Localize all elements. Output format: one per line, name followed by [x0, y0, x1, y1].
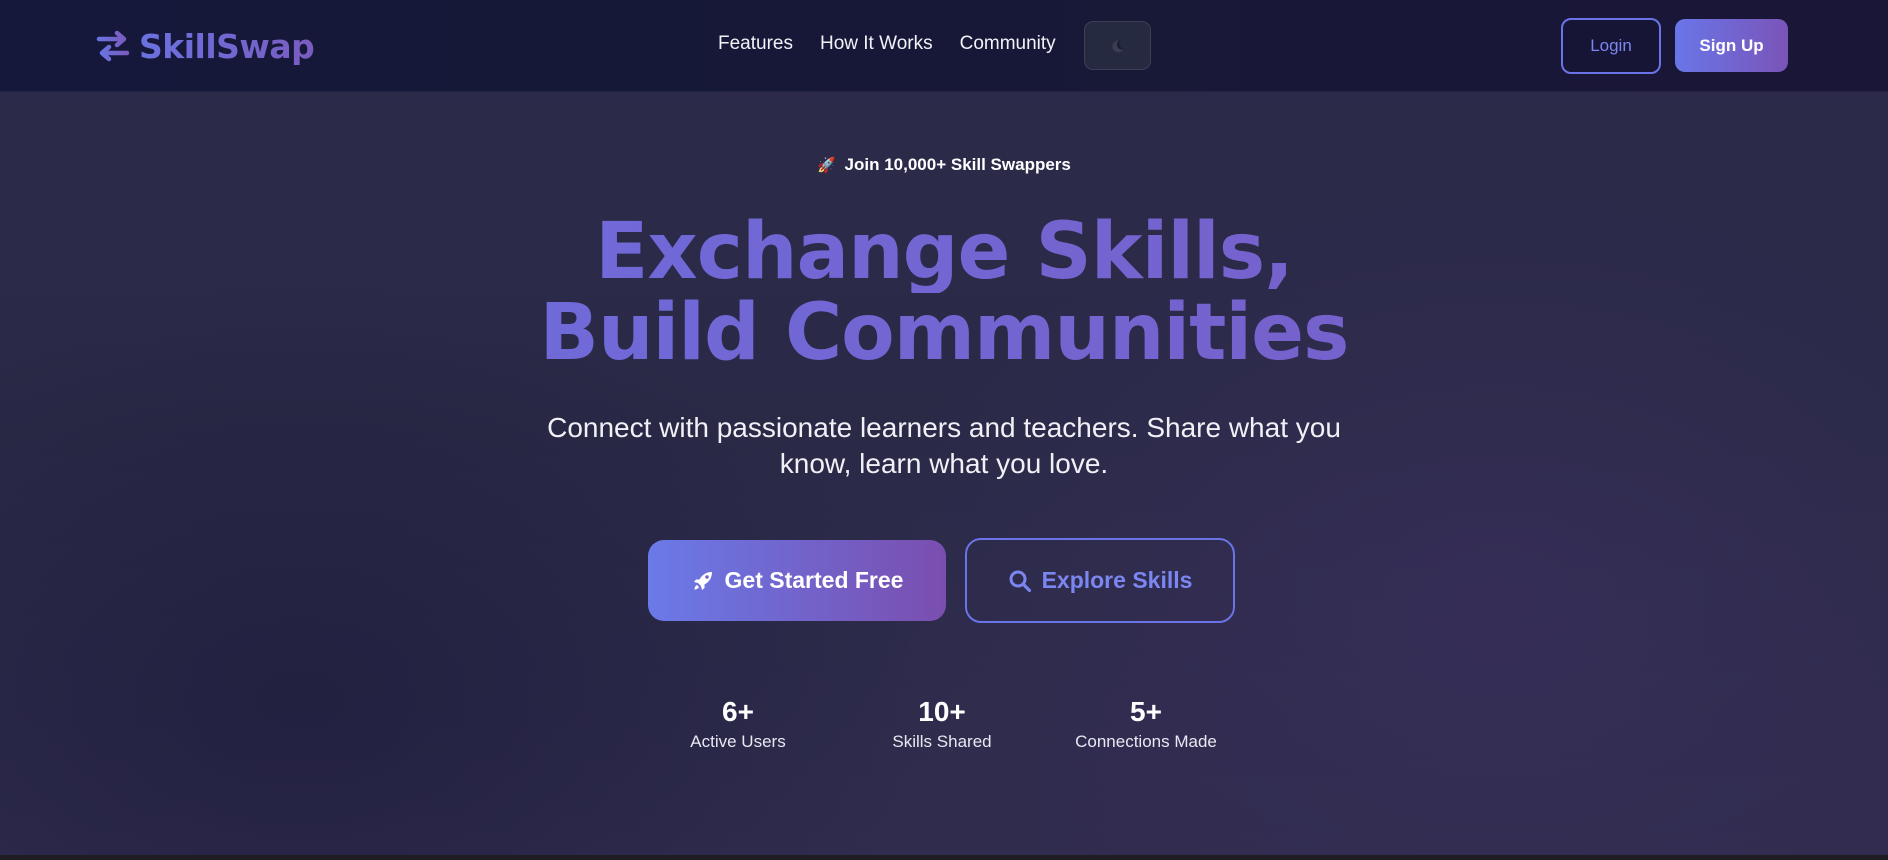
swap-arrows-icon [96, 30, 130, 62]
hero-badge-text: Join 10,000+ Skill Swappers [844, 155, 1071, 174]
stat-label: Skills Shared [892, 732, 992, 751]
stat-label: Active Users [690, 732, 786, 751]
rocket-emoji-icon: 🚀 [817, 157, 836, 174]
stat-connections-made: 5+ Connections Made [1046, 695, 1246, 753]
stat-label: Connections Made [1075, 732, 1217, 751]
explore-skills-label: Explore Skills [1041, 567, 1193, 593]
hero-headline-line1: Exchange Skills, [0, 212, 1888, 293]
signup-button[interactable]: Sign Up [1675, 19, 1788, 72]
hero-headline-line2: Build Communities [0, 293, 1888, 374]
stat-skills-shared: 10+ Skills Shared [842, 695, 1042, 753]
stat-value: 6+ [722, 696, 754, 727]
hero-badge: 🚀 Join 10,000+ Skill Swappers [0, 155, 1888, 175]
rocket-icon [693, 571, 712, 590]
nav-link-features[interactable]: Features [718, 33, 793, 55]
moon-icon [1111, 39, 1124, 52]
brand-name: SkillSwap [139, 26, 315, 66]
nav-link-community[interactable]: Community [960, 33, 1056, 55]
explore-skills-button[interactable]: Explore Skills [965, 538, 1235, 623]
hero-subtitle: Connect with passionate learners and tea… [547, 412, 1341, 479]
get-started-label: Get Started Free [724, 567, 904, 593]
brand-logo[interactable]: SkillSwap [95, 24, 315, 68]
theme-toggle-button[interactable] [1084, 21, 1151, 70]
stat-value: 5+ [1130, 696, 1162, 727]
bottom-divider [0, 855, 1888, 860]
nav-link-how-it-works[interactable]: How It Works [820, 33, 933, 55]
get-started-button[interactable]: Get Started Free [648, 540, 946, 621]
hero-headline: Exchange Skills, Build Communities [0, 212, 1888, 374]
login-button[interactable]: Login [1561, 18, 1661, 74]
landing-page: SkillSwap Features How It Works Communit… [0, 0, 1888, 860]
search-icon [1009, 570, 1031, 592]
stat-value: 10+ [918, 696, 966, 727]
main-nav: Features How It Works Community [718, 33, 1056, 55]
navbar: SkillSwap Features How It Works Communit… [0, 0, 1888, 92]
stat-active-users: 6+ Active Users [638, 695, 838, 753]
